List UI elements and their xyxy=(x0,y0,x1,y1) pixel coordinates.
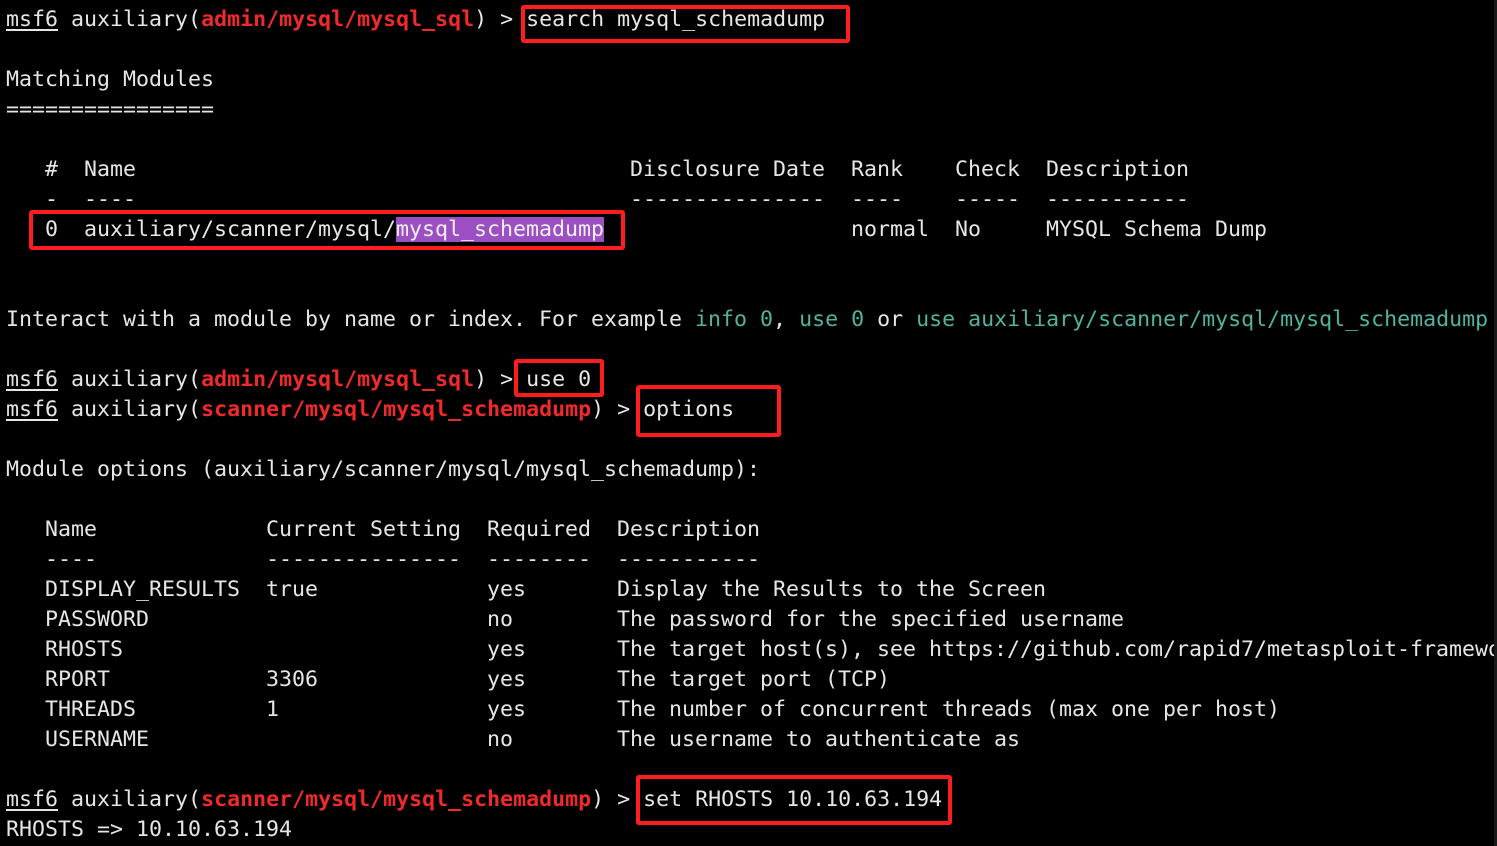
option-desc: The number of concurrent threads (max on… xyxy=(617,697,1281,722)
result-name[interactable]: auxiliary/scanner/mysql/mysql_schemadump xyxy=(84,215,605,245)
col-dash-rank: ---- xyxy=(851,187,904,212)
prompt-line-use: msf6 auxiliary(admin/mysql/mysql_sql) > … xyxy=(6,367,592,392)
result-name-match: mysql_schemadump xyxy=(396,217,605,242)
option-desc: The password for the specified username xyxy=(617,607,1125,632)
prompt-module-word: auxiliary xyxy=(71,787,189,812)
result-check: No xyxy=(955,217,982,242)
command-set-rhosts[interactable]: set RHOSTS 10.10.63.194 xyxy=(643,787,942,812)
prompt-prefix: msf6 xyxy=(6,367,59,392)
prompt-module-path: admin/mysql/mysql_sql xyxy=(201,7,475,32)
option-name: THREADS xyxy=(45,697,137,722)
option-desc: Display the Results to the Screen xyxy=(617,577,1047,602)
col-dash-date: --------------- xyxy=(630,187,826,212)
prompt-line-set: msf6 auxiliary(scanner/mysql/mysql_schem… xyxy=(6,787,943,812)
command-search[interactable]: search mysql_schemadump xyxy=(526,7,825,32)
opt-dash-name: ---- xyxy=(45,547,98,572)
command-options[interactable]: options xyxy=(643,397,734,422)
prompt-module-word: auxiliary xyxy=(71,367,189,392)
prompt-module-word: auxiliary xyxy=(71,397,189,422)
link-info-0[interactable]: info 0 xyxy=(695,307,773,332)
option-required: yes xyxy=(487,637,527,662)
col-header-date: Disclosure Date xyxy=(630,157,826,182)
search-heading: Matching Modules xyxy=(6,67,215,92)
col-dash-check: ----- xyxy=(955,187,1021,212)
option-required: no xyxy=(487,727,514,752)
prompt-module-path: admin/mysql/mysql_sql xyxy=(201,367,475,392)
col-dash-desc: ----------- xyxy=(1046,187,1190,212)
interact-text: , xyxy=(773,307,800,332)
option-desc: The target host(s), see https://github.c… xyxy=(617,637,1494,662)
prompt-line-options: msf6 auxiliary(scanner/mysql/mysql_schem… xyxy=(6,397,735,422)
prompt-prefix: msf6 xyxy=(6,397,59,422)
interact-text: Interact with a module by name or index.… xyxy=(6,307,696,332)
prompt-prefix: msf6 xyxy=(6,7,59,32)
option-name: PASSWORD xyxy=(45,607,150,632)
col-header-rank: Rank xyxy=(851,157,904,182)
option-required: yes xyxy=(487,667,527,692)
option-setting: 1 xyxy=(266,697,280,722)
prompt-prefix: msf6 xyxy=(6,787,59,812)
set-result: RHOSTS => 10.10.63.194 xyxy=(6,817,293,842)
result-desc: MYSQL Schema Dump xyxy=(1046,217,1268,242)
result-rank: normal xyxy=(851,217,930,242)
opt-dash-setting: --------------- xyxy=(266,547,462,572)
col-dash-num: - xyxy=(45,187,59,212)
option-name: DISPLAY_RESULTS xyxy=(45,577,241,602)
opt-header-required: Required xyxy=(487,517,592,542)
opt-dash-required: -------- xyxy=(487,547,592,572)
interact-hint: Interact with a module by name or index.… xyxy=(6,305,1488,335)
option-desc: The username to authenticate as xyxy=(617,727,1021,752)
interact-text: or xyxy=(864,307,917,332)
option-required: no xyxy=(487,607,514,632)
prompt-line-search: msf6 auxiliary(admin/mysql/mysql_sql) > … xyxy=(6,7,826,32)
col-header-desc: Description xyxy=(1046,157,1190,182)
prompt-module-word: auxiliary xyxy=(71,7,189,32)
opt-header-desc: Description xyxy=(617,517,761,542)
link-use-module[interactable]: use auxiliary/scanner/mysql/mysql_schema… xyxy=(916,307,1488,332)
option-setting: true xyxy=(266,577,319,602)
result-name-prefix: auxiliary/scanner/mysql/ xyxy=(84,217,397,242)
opt-header-setting: Current Setting xyxy=(266,517,462,542)
option-desc: The target port (TCP) xyxy=(617,667,891,692)
prompt-module-path: scanner/mysql/mysql_schemadump xyxy=(201,397,592,422)
col-header-name: Name xyxy=(84,157,137,182)
result-num: 0 xyxy=(45,217,59,242)
opt-header-name: Name xyxy=(45,517,98,542)
option-name: RPORT xyxy=(45,667,111,692)
option-setting: 3306 xyxy=(266,667,319,692)
options-heading: Module options (auxiliary/scanner/mysql/… xyxy=(6,457,761,482)
command-use[interactable]: use 0 xyxy=(526,367,591,392)
option-required: yes xyxy=(487,697,527,722)
col-header-check: Check xyxy=(955,157,1021,182)
option-name: RHOSTS xyxy=(45,637,124,662)
search-heading-underline: ================ xyxy=(6,97,215,122)
prompt-module-path: scanner/mysql/mysql_schemadump xyxy=(201,787,592,812)
option-required: yes xyxy=(487,577,527,602)
col-dash-name: ---- xyxy=(84,187,137,212)
col-header-num: # xyxy=(45,157,59,182)
opt-dash-desc: ----------- xyxy=(617,547,761,572)
link-use-0[interactable]: use 0 xyxy=(799,307,864,332)
option-name: USERNAME xyxy=(45,727,150,752)
